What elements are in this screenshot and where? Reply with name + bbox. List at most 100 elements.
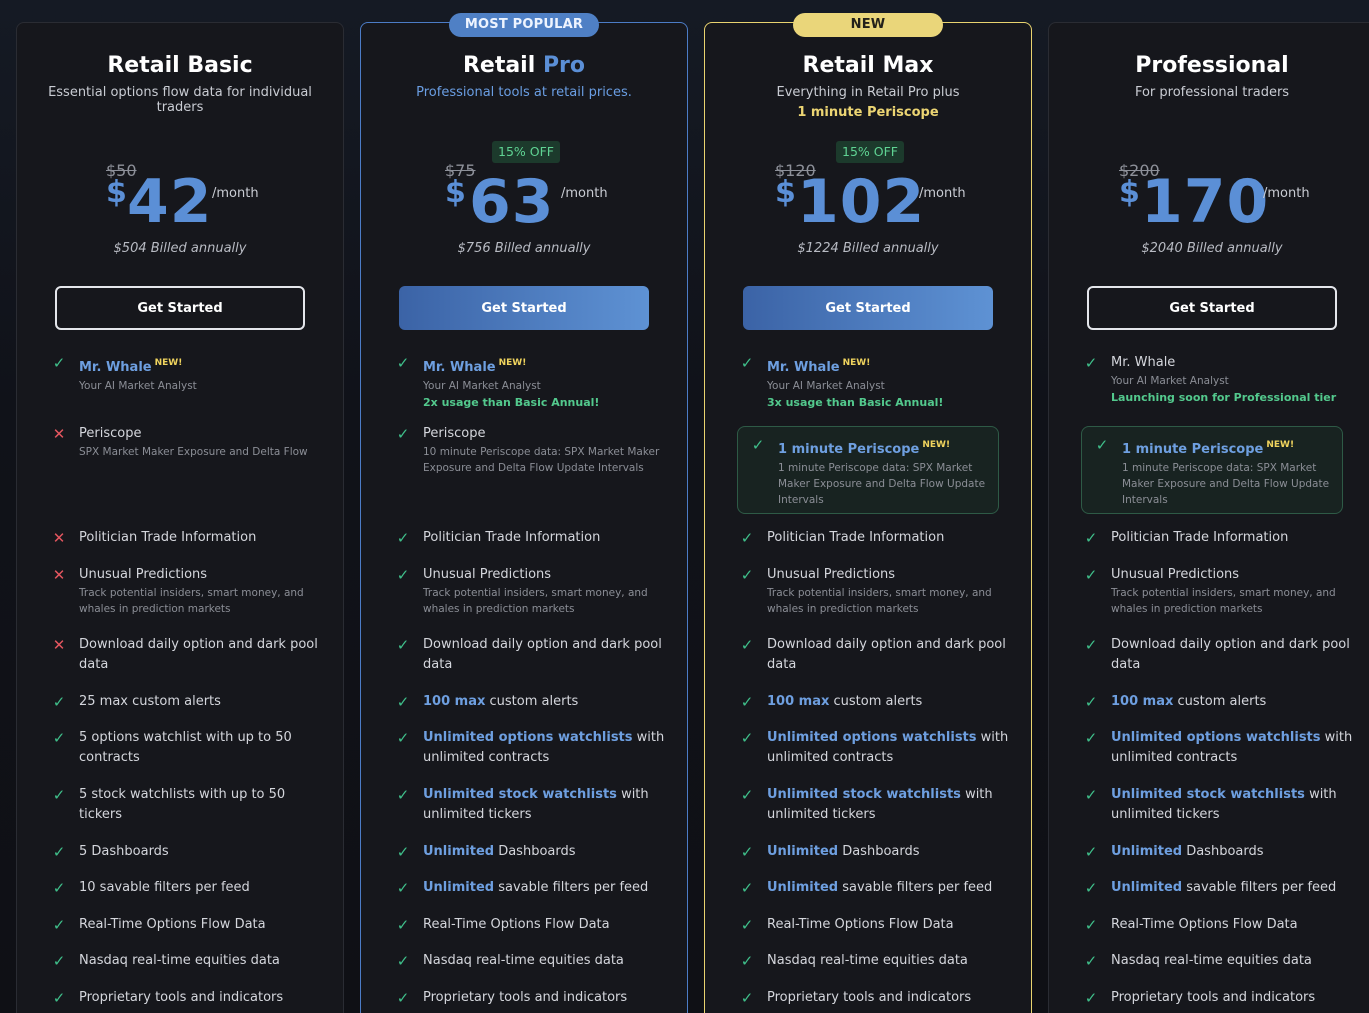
feature-label: Mr. Whale [79,360,152,375]
feature-label: Unusual Predictions [1111,567,1240,582]
feature-periscope: ✓ Periscope 10 minute Periscope data: SP… [395,424,667,476]
feature-filters: ✓ Unlimited savable filters per feed [395,878,667,898]
feature-options-watchlist: ✓ 5 options watchlist with up to 50 cont… [51,728,323,768]
feature-highlight: 100 max [423,694,486,709]
feature-nasdaq: ✓ Nasdaq real-time equities data [51,951,323,971]
feature-label: 5 options watchlist with up to 50 [79,730,292,745]
feature-desc: Your AI Market Analyst [1111,375,1229,387]
feature-label: Unusual Predictions [79,567,208,582]
plan-title-main: Retail [462,53,536,78]
feature-periscope: ✕ Periscope SPX Market Maker Exposure an… [51,424,323,460]
feature-download: ✓ Download daily option and dark pool da… [739,635,1011,675]
feature-desc: Maker Exposure and Delta Flow Update [778,478,986,490]
feature-label: Proprietary tools and indicators [423,990,628,1005]
feature-label: custom alerts [489,694,579,709]
feature-stock-watchlist: ✓ 5 stock watchlists with up to 50 ticke… [51,785,323,825]
feature-highlight: Unlimited [1111,880,1183,895]
feature-desc: whales in prediction markets [79,603,231,615]
check-icon: ✓ [396,916,410,934]
check-icon: ✓ [740,989,754,1007]
feature-stock-watchlist: ✓ Unlimited stock watchlists with unlimi… [395,785,667,825]
plan-subtitle-highlight: 1 minute Periscope [797,105,939,120]
check-icon: ✓ [52,916,66,934]
feature-label: custom alerts [1177,694,1267,709]
cross-icon: ✕ [52,636,66,654]
feature-label: Mr. Whale [423,360,496,375]
feature-highlight: Unlimited options watchlists [1111,730,1321,745]
feature-label: Politician Trade Information [423,530,601,545]
feature-desc: Your AI Market Analyst [767,380,885,392]
feature-highlight: Unlimited [767,844,839,859]
feature-label: with [636,730,665,745]
feature-label: Unusual Predictions [767,567,896,582]
plan-subtitle: For professional traders [1134,85,1290,100]
check-icon: ✓ [740,693,754,711]
plan-title-accent: Pro [542,53,586,78]
feature-label: 1 minute Periscope [778,442,920,457]
check-icon: ✓ [52,879,66,897]
price-period: /month [1263,186,1310,201]
feature-nasdaq: ✓ Nasdaq real-time equities data [739,951,1011,971]
feature-label: Mr. Whale [1111,355,1176,370]
feature-label: with [980,730,1009,745]
plan-card-retail-pro: MOST POPULAR Retail Pro Professional too… [360,13,688,1013]
feature-label: savable filters per feed [842,880,993,895]
new-badge: NEW! [498,358,527,368]
feature-highlight: Unlimited [1111,844,1183,859]
plan-subtitle: Everything in Retail Pro plus [776,85,960,100]
feature-desc: Track potential insiders, smart money, a… [1111,587,1336,599]
feature-label: 5 stock watchlists with up to 50 [79,787,286,802]
feature-label: Download daily option and dark pool [767,637,1006,652]
feature-label: Proprietary tools and indicators [1111,990,1316,1005]
feature-label: with [1309,787,1337,802]
check-icon: ✓ [52,989,66,1007]
new-badge: NEW! [842,358,871,368]
feature-highlight: Unlimited stock watchlists [1111,787,1305,802]
feature-realtime-flow: ✓ Real-Time Options Flow Data [51,915,323,935]
billed-annually: $756 Billed annually [457,241,591,256]
feature-alerts: ✓ 100 max custom alerts [395,692,667,712]
get-started-button[interactable]: Get Started [55,286,305,330]
plan-subtitle: Professional tools at retail prices. [416,85,632,100]
check-icon: ✓ [740,354,754,372]
feature-label: Mr. Whale [767,360,840,375]
feature-highlight: 100 max [767,694,830,709]
feature-label: Real-Time Options Flow Data [767,917,954,932]
check-icon: ✓ [52,786,66,804]
feature-label: with [621,787,649,802]
feature-options-watchlist: ✓ Unlimited options watchlists with unli… [395,728,667,768]
check-icon: ✓ [396,529,410,547]
feature-periscope-box: ✓ 1 minute Periscope NEW! 1 minute Perisc… [737,426,999,514]
feature-desc: whales in prediction markets [767,603,919,615]
feature-label: data [767,657,797,672]
feature-label: Real-Time Options Flow Data [423,917,610,932]
get-started-button[interactable]: Get Started [743,286,993,330]
feature-highlight: 100 max [1111,694,1174,709]
feature-note: 3x usage than Basic Annual! [767,396,944,409]
check-icon: ✓ [1084,786,1098,804]
feature-nasdaq: ✓ Nasdaq real-time equities data [1083,951,1367,971]
feature-label: Download daily option and dark pool [423,637,662,652]
get-started-button[interactable]: Get Started [399,286,649,330]
feature-politician: ✓ Politician Trade Information [1083,528,1367,548]
feature-label: Politician Trade Information [767,530,945,545]
feature-label: 5 Dashboards [79,844,169,859]
check-icon: ✓ [740,952,754,970]
feature-label: 25 max custom alerts [79,694,221,709]
feature-realtime-flow: ✓ Real-Time Options Flow Data [1083,915,1367,935]
feature-label: Nasdaq real-time equities data [1111,953,1312,968]
feature-label: 10 savable filters per feed [79,880,250,895]
price-currency: $ [1119,175,1140,210]
cross-icon: ✕ [52,529,66,547]
feature-label: Unusual Predictions [423,567,552,582]
get-started-button[interactable]: Get Started [1087,286,1337,330]
feature-dashboards: ✓ Unlimited Dashboards [395,842,667,862]
feature-label: tickers [79,807,123,822]
plan-title: Professional [1135,53,1289,78]
check-icon: ✓ [1084,693,1098,711]
feature-mr-whale: ✓ Mr. Whale Your AI Market Analyst Launc… [1083,353,1367,407]
feature-label: Nasdaq real-time equities data [767,953,968,968]
feature-highlight: Unlimited [767,880,839,895]
billed-annually: $2040 Billed annually [1141,241,1283,256]
check-icon: ✓ [52,843,66,861]
